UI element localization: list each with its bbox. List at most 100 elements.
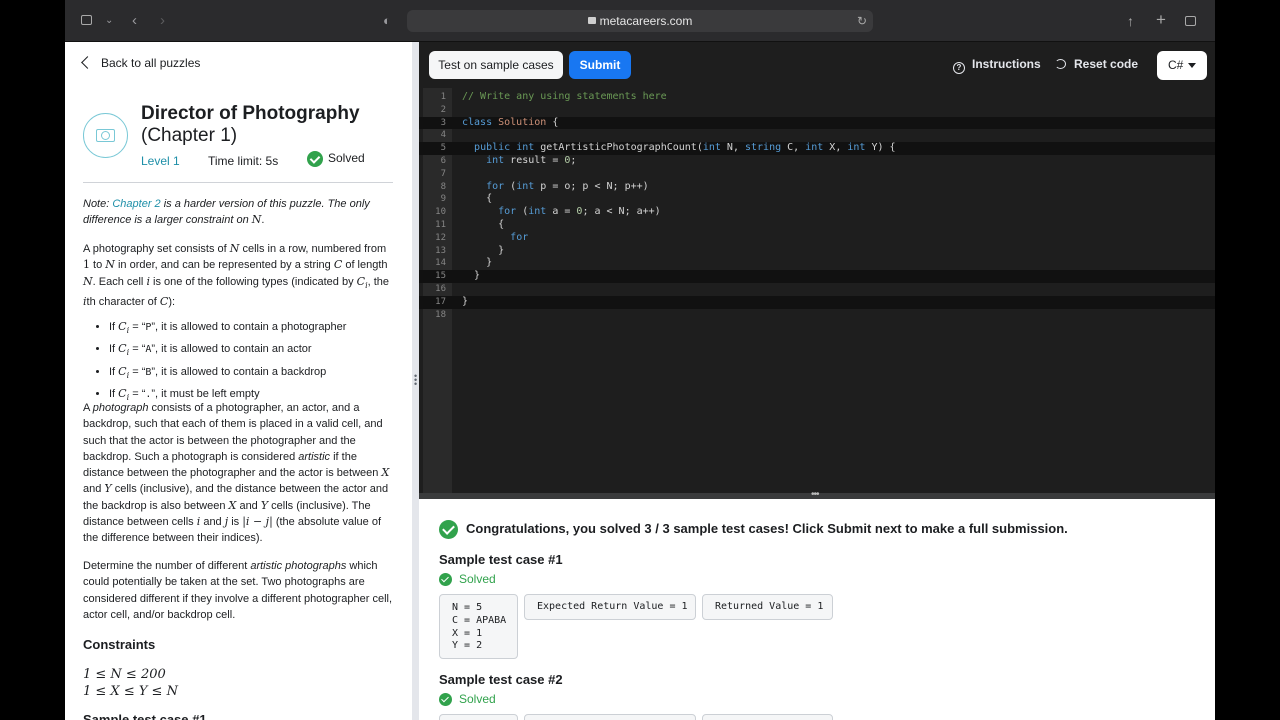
puzzle-title: Director of Photography [141, 103, 360, 124]
check-icon [439, 520, 458, 539]
language-select[interactable]: C# [1157, 51, 1207, 80]
case2-status-label: Solved [459, 692, 496, 706]
panel-resize-handle[interactable]: • • • [412, 42, 419, 720]
code-line[interactable]: 5 public int getArtisticPhotographCount(… [419, 142, 1215, 155]
constraints-list: 1 ≤ N ≤ 200 1 ≤ X ≤ Y ≤ N [83, 666, 178, 700]
code-line[interactable]: 18 [419, 309, 1215, 322]
code-text: { [462, 219, 505, 230]
code-line[interactable]: 6 int result = 0; [419, 155, 1215, 168]
code-line[interactable]: 14 } [419, 257, 1215, 270]
back-link[interactable]: Back to all puzzles [81, 56, 200, 70]
question-icon: ? [953, 62, 965, 74]
line-number: 17 [435, 296, 446, 307]
constraint-xy: 1 ≤ X ≤ Y ≤ N [83, 684, 178, 699]
line-number: 16 [435, 284, 446, 294]
new-tab-icon[interactable]: + [1156, 10, 1166, 30]
line-number: 14 [435, 258, 446, 269]
address-bar[interactable]: metacareers.com ↻ [407, 10, 873, 32]
note-prefix: Note: [83, 198, 113, 210]
code-text: } [462, 270, 481, 282]
case2-status: Solved [439, 692, 496, 707]
back-icon[interactable]: ‹ [132, 11, 137, 31]
results-panel: Congratulations, you solved 3 / 3 sample… [419, 499, 1215, 720]
case2-returned [702, 714, 833, 720]
reload-icon[interactable]: ↻ [857, 10, 867, 32]
level-label: Level 1 [141, 154, 180, 168]
result-message: Congratulations, you solved 3 / 3 sample… [439, 520, 1068, 539]
task-paragraph: Determine the number of different artist… [83, 560, 393, 621]
test-sample-button[interactable]: Test on sample cases [429, 51, 563, 79]
line-number: 4 [440, 130, 446, 141]
chapter-2-link[interactable]: Chapter 2 [112, 198, 160, 210]
case1-expected: Expected Return Value = 1 [524, 594, 696, 620]
code-text: for [510, 231, 529, 243]
code-line[interactable]: 13 } [419, 245, 1215, 258]
line-number: 11 [435, 220, 446, 230]
line-number: 8 [440, 181, 446, 192]
code-line[interactable]: 8 for (int p = o; p < N; p++) [419, 181, 1215, 194]
lock-icon [587, 17, 596, 24]
code-line[interactable]: 4 [419, 129, 1215, 142]
line-number: 13 [435, 245, 446, 256]
check-icon [307, 151, 323, 167]
sidebar-icon[interactable] [81, 11, 92, 31]
submit-button[interactable]: Submit [569, 51, 631, 79]
code-text: // Write any using statements here [462, 91, 667, 102]
code-line[interactable]: 7 [419, 168, 1215, 181]
code-line[interactable]: 11 { [419, 219, 1215, 232]
line-number: 18 [435, 309, 446, 320]
line-number: 15 [435, 271, 446, 282]
reset-label: Reset code [1074, 57, 1139, 71]
camera-icon [83, 113, 128, 158]
code-text: } [462, 295, 469, 307]
code-line[interactable]: 2 [419, 104, 1215, 117]
tabs-icon[interactable] [1185, 13, 1196, 29]
line-number: 2 [440, 104, 446, 115]
case2-title: Sample test case #2 [439, 672, 563, 687]
problem-panel: Back to all puzzles Director of Photogra… [65, 42, 412, 720]
puzzle-meta: Level 1 Time limit: 5s Solved [141, 151, 365, 168]
code-line[interactable]: 16 [419, 283, 1215, 296]
code-editor[interactable]: 1 // Write any using statements here 2 3 cla… [419, 88, 1215, 493]
math-var: N [251, 213, 262, 227]
case1-status-label: Solved [459, 572, 496, 586]
puzzle-chapter: (Chapter 1) [141, 125, 238, 146]
code-line[interactable]: 12 for [419, 232, 1215, 245]
status-label: Solved [328, 151, 365, 166]
code-line[interactable]: 15 } [419, 270, 1215, 283]
cell-type-list: If Ci = “P”, it is allowed to contain a … [109, 318, 399, 408]
constraints-heading: Constraints [83, 637, 156, 652]
code-line[interactable]: 17} [419, 295, 1215, 309]
code-line[interactable]: 1 // Write any using statements here [419, 91, 1215, 104]
reset-code-button[interactable]: Reset code [1055, 57, 1138, 71]
case1-input: N = 5 C = APABA X = 1 Y = 2 [439, 594, 518, 659]
code-text: int result = 0; [486, 155, 577, 166]
line-number: 7 [440, 168, 446, 179]
instructions-button[interactable]: ? Instructions [953, 57, 1041, 74]
line-number: 3 [440, 117, 446, 128]
code-text: } [462, 244, 505, 256]
note-paragraph: Note: Chapter 2 is a harder version of t… [83, 196, 393, 229]
code-line[interactable]: 10 for (int a = 0; a < N; a++) [419, 206, 1215, 219]
case1-title: Sample test case #1 [439, 552, 563, 567]
code-line[interactable]: 3 class Solution { [419, 116, 1215, 130]
browser-window: ⌄ ‹ › ◐ metacareers.com ↻ ↑ + Back to al… [65, 0, 1215, 720]
intro-paragraph: A photography set consists of N cells in… [83, 242, 390, 309]
case2-input [439, 714, 518, 720]
list-item: If Ci = “A”, it is allowed to contain an… [109, 340, 399, 362]
chevron-down-icon[interactable]: ⌄ [105, 11, 113, 31]
line-number: 6 [440, 156, 446, 166]
case2-expected [524, 714, 696, 720]
code-line[interactable]: 9 { [419, 193, 1215, 206]
chevron-left-icon [81, 56, 94, 69]
list-item: If Ci = “P”, it is allowed to contain a … [109, 318, 399, 340]
line-number: 1 [440, 92, 446, 102]
shield-icon[interactable]: ◐ [383, 11, 391, 31]
forward-icon[interactable]: › [160, 11, 165, 31]
share-icon[interactable]: ↑ [1127, 13, 1134, 29]
instructions-label: Instructions [972, 57, 1041, 71]
editor-toolbar: Test on sample cases Submit ? Instruction… [419, 42, 1215, 88]
time-limit: Time limit: 5s [208, 154, 279, 168]
reset-icon [1055, 59, 1066, 69]
line-number: 12 [435, 232, 446, 243]
